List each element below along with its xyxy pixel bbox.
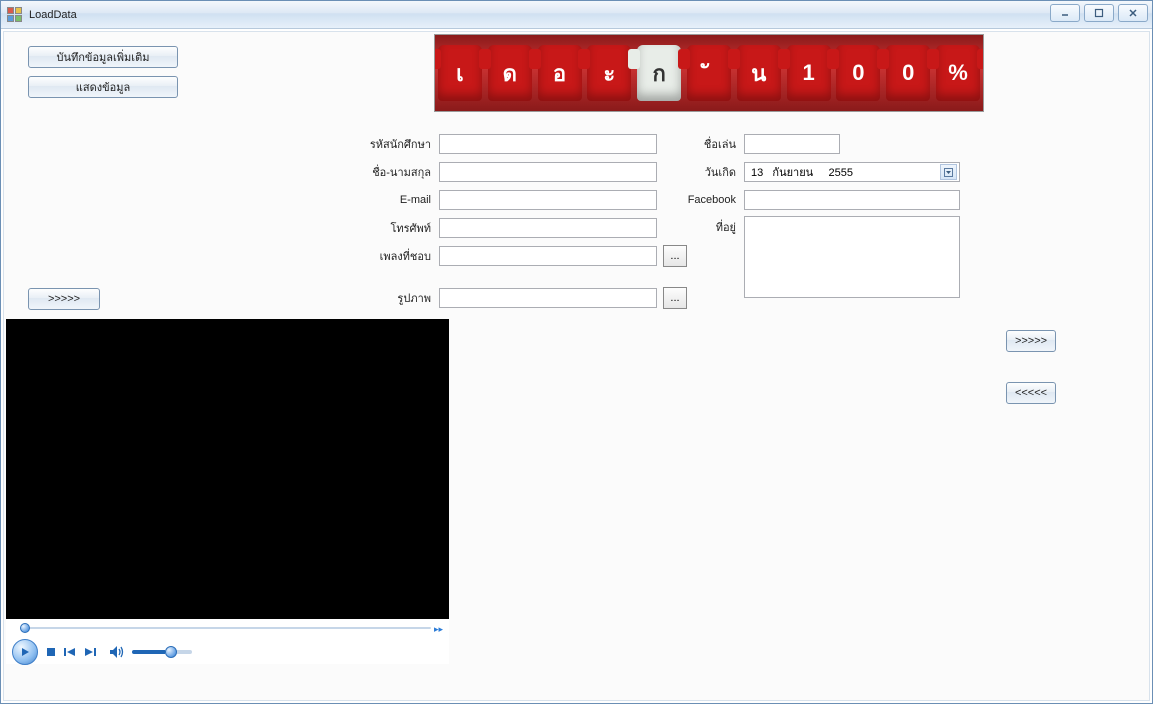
label-facebook: Facebook [674,194,744,206]
play-button[interactable] [12,639,38,665]
left-button-group: บันทึกข้อมูลเพิ่มเติม แสดงข้อมูล [28,46,178,98]
label-email: E-mail [344,194,439,206]
facebook-input[interactable] [744,190,960,210]
stop-button[interactable] [46,647,56,657]
window-controls [1050,4,1148,22]
media-controls [6,635,449,669]
media-player: ▸▸ [6,319,449,664]
form-right-column: ชื่อเล่น วันเกิด 13 กันยายน 2555 [674,132,984,302]
email-input[interactable] [439,190,657,210]
arrows-right-group: >>>>> <<<<< [1006,330,1056,404]
prev-right-button[interactable]: <<<<< [1006,382,1056,404]
client-area: บันทึกข้อมูลเพิ่มเติม แสดงข้อมูล เดอะกัน… [3,31,1150,701]
fav-song-input[interactable] [439,246,657,266]
label-picture: รูปภาพ [344,289,439,307]
app-icon [7,7,23,23]
prev-track-button[interactable] [64,647,76,657]
titlebar: LoadData [1,1,1152,29]
label-phone: โทรศัพท์ [344,219,439,237]
phone-input[interactable] [439,218,657,238]
datepicker-dropdown-icon[interactable] [940,164,957,180]
save-more-button[interactable]: บันทึกข้อมูลเพิ่มเติม [28,46,178,68]
picture-input[interactable] [439,288,657,308]
banner-shirt: % [936,45,980,101]
birthdate-value: 13 กันยายน 2555 [751,163,853,181]
banner-shirt: อ [538,45,582,101]
next-left-button[interactable]: >>>>> [28,288,100,310]
birthdate-picker[interactable]: 13 กันยายน 2555 [744,162,960,182]
student-id-input[interactable] [439,134,657,154]
banner-shirt: ด [488,45,532,101]
label-fav-song: เพลงที่ชอบ [344,247,439,265]
next-track-button[interactable] [84,647,96,657]
seek-fastforward-icon[interactable]: ▸▸ [434,624,443,635]
seek-bar[interactable]: ▸▸ [6,621,449,635]
banner-shirt: น [737,45,781,101]
banner-shirt: ั [687,45,731,101]
fullname-input[interactable] [439,162,657,182]
next-right-button[interactable]: >>>>> [1006,330,1056,352]
show-data-button[interactable]: แสดงข้อมูล [28,76,178,98]
banner-shirt: ก [637,45,681,101]
banner-shirt: เ [438,45,482,101]
label-birthdate: วันเกิด [674,163,744,181]
label-nickname: ชื่อเล่น [674,135,744,153]
arrows-left-group: >>>>> [28,288,100,310]
banner-shirt: 1 [787,45,831,101]
volume-icon[interactable] [110,646,124,658]
label-fullname: ชื่อ-นามสกุล [344,163,439,181]
app-window: LoadData บันทึกข้อมูลเพิ่มเติม แสดงข้อมู… [0,0,1153,704]
label-student-id: รหัสนักศึกษา [344,135,439,153]
volume-slider[interactable] [132,650,192,654]
banner-shirt: 0 [836,45,880,101]
seek-knob[interactable] [20,623,30,633]
close-button[interactable] [1118,4,1148,22]
banner-shirt: ะ [587,45,631,101]
maximize-button[interactable] [1084,4,1114,22]
label-address: ที่อยู่ [674,216,744,236]
minimize-button[interactable] [1050,4,1080,22]
video-area[interactable] [6,319,449,619]
window-title: LoadData [29,9,77,21]
address-textarea[interactable] [744,216,960,298]
banner-shirt: 0 [886,45,930,101]
banner-image: เดอะกัน100% [434,34,984,112]
nickname-input[interactable] [744,134,840,154]
volume-knob[interactable] [165,646,177,658]
